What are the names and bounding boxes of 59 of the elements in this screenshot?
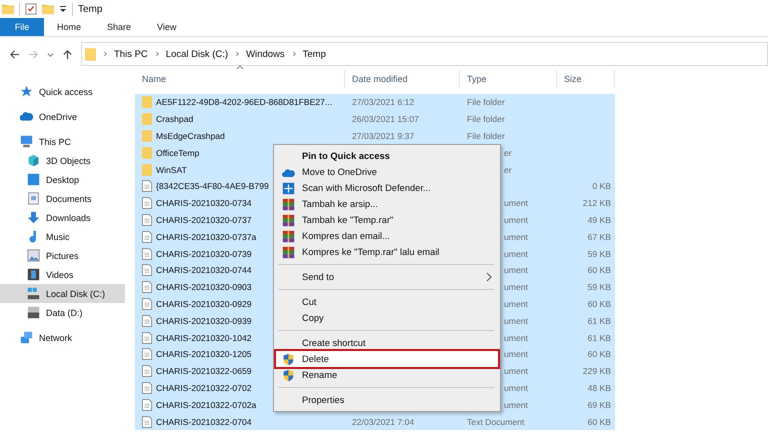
file-size: 48 KB: [588, 382, 611, 393]
file-size: 60 KB: [588, 265, 611, 276]
file-size: 67 KB: [588, 232, 611, 242]
file-size: 60 KB: [588, 416, 611, 427]
file-size: 229 KB: [582, 366, 611, 376]
file-type: ument: [504, 400, 528, 410]
file-name: CHARIS-20210320-0739: [156, 248, 252, 259]
file-type: ument: [504, 349, 528, 360]
file-type: Text Document: [467, 416, 524, 427]
file-name: CHARIS-20210320-0737a: [156, 232, 256, 242]
file-type: File folder: [467, 114, 505, 124]
file-size: 69 KB: [588, 400, 611, 410]
file-size: 61 KB: [588, 332, 611, 343]
file-name: CHARIS-20210320-1042: [156, 332, 252, 343]
file-size: 60 KB: [588, 298, 611, 309]
file-name: CHARIS-20210320-0939: [156, 316, 252, 326]
file-name: CHARIS-20210320-0737: [156, 214, 252, 225]
file-type: ument: [504, 232, 528, 242]
file-name: CHARIS-20210320-1205: [156, 349, 252, 360]
file-type: ument: [504, 198, 528, 208]
file-type: ument: [504, 265, 528, 276]
file-size: 49 KB: [588, 214, 611, 225]
file-size: 59 KB: [588, 282, 611, 292]
file-name: OfficeTemp: [156, 148, 200, 158]
file-size: 212 KB: [582, 198, 611, 208]
file-type: ument: [504, 298, 528, 309]
date-modified: 27/03/2021 6:12: [352, 97, 414, 108]
file-type: File folder: [467, 130, 505, 141]
file-type: ument: [504, 214, 528, 225]
file-type: ument: [504, 382, 528, 393]
file-type: ument: [504, 332, 528, 343]
file-name: CHARIS-20210320-0734: [156, 198, 252, 208]
file-size: 61 KB: [588, 316, 611, 326]
file-name: CHARIS-20210320-0744: [156, 265, 252, 276]
file-size: 59 KB: [588, 248, 611, 259]
file-size: 0 KB: [592, 181, 611, 192]
file-type: ument: [504, 316, 528, 326]
date-modified: 22/03/2021 7:04: [352, 416, 414, 427]
file-name: CHARIS-20210322-0659: [156, 366, 252, 376]
date-modified: 27/03/2021 9:37: [352, 130, 414, 141]
file-name: WinSAT: [156, 164, 187, 175]
date-modified: 26/03/2021 15:07: [352, 114, 419, 124]
file-name: CHARIS-20210322-0702: [156, 382, 252, 393]
file-name: CHARIS-20210322-0704: [156, 416, 252, 427]
file-type: File folder: [467, 97, 505, 108]
file-name: AE5F1122-49D8-4202-96ED-868D81FBE27...: [156, 97, 332, 108]
file-type: er: [504, 148, 512, 158]
file-name: {8342CE35-4F80-4AE9-B799: [156, 181, 269, 192]
file-type: er: [504, 164, 512, 175]
file-type: ument: [504, 248, 528, 259]
window-title: Temp: [78, 4, 102, 14]
file-type: ument: [504, 282, 528, 292]
file-name: Crashpad: [156, 114, 194, 124]
file-name: CHARIS-20210320-0929: [156, 298, 252, 309]
file-name: MsEdgeCrashpad: [156, 130, 225, 141]
file-type: ument: [504, 366, 528, 376]
file-name: CHARIS-20210320-0903: [156, 282, 252, 292]
file-size: 60 KB: [588, 349, 611, 360]
file-name: CHARIS-20210322-0702a: [156, 400, 256, 410]
